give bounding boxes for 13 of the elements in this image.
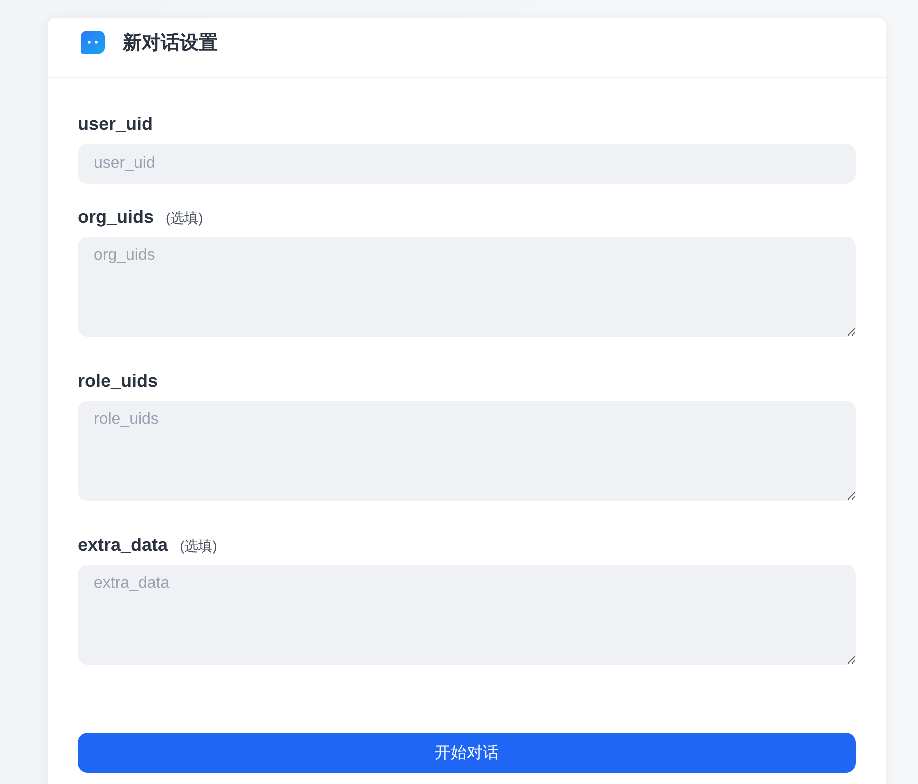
text-area-field[interactable]: org_uids xyxy=(78,237,856,337)
input-field[interactable]: user_uid xyxy=(78,144,856,184)
dialog-title: 新对话设置 xyxy=(123,32,218,56)
chat-bubble-icon xyxy=(81,31,105,54)
field-label: org_uids xyxy=(78,206,154,228)
optional-hint: (选填) xyxy=(166,210,204,228)
start-chat-button[interactable]: 开始对话 xyxy=(78,733,856,773)
text-area-field[interactable]: role_uids xyxy=(78,401,856,501)
text-area-field[interactable]: extra_data xyxy=(78,565,856,665)
field-label: extra_data xyxy=(78,534,168,556)
field-label: user_uid xyxy=(78,113,154,135)
optional-hint: (选填) xyxy=(180,538,218,556)
field-label: role_uids xyxy=(78,370,158,392)
